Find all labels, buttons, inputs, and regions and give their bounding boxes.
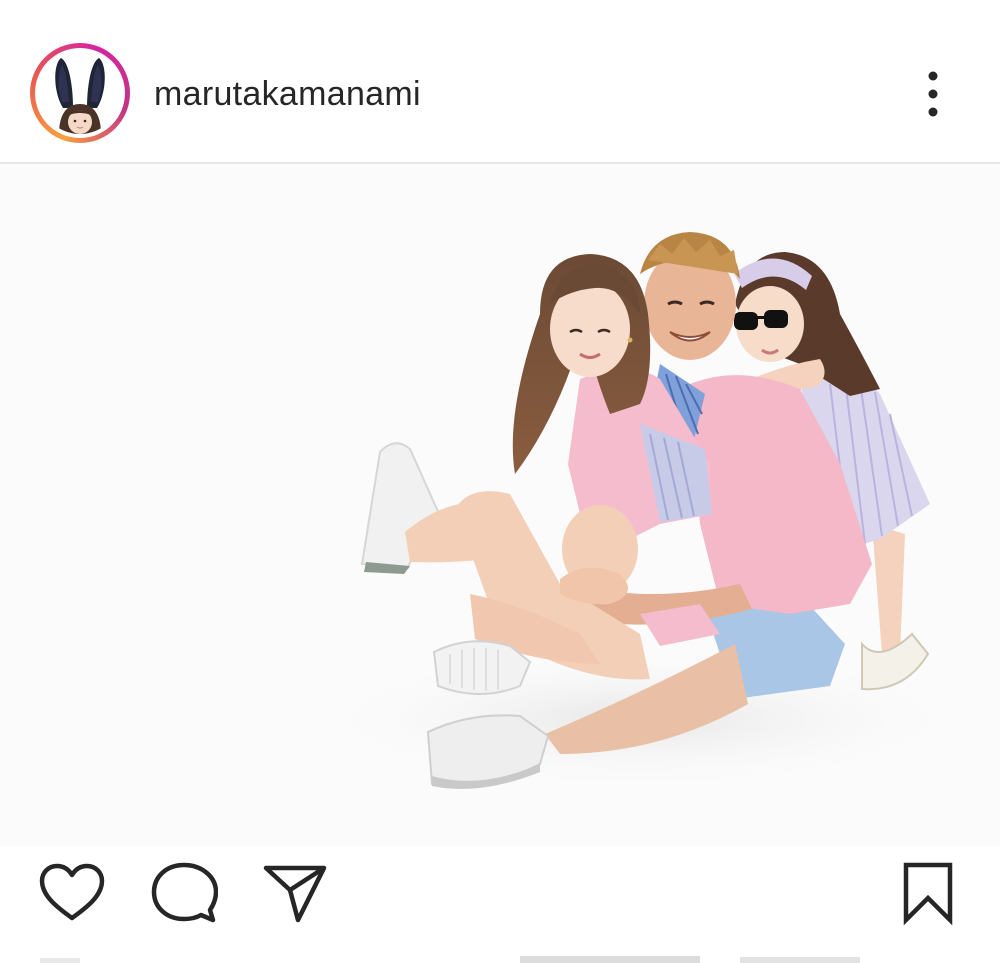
family-photo-illustration [0, 164, 1000, 846]
avatar-border [35, 48, 125, 138]
profile-avatar[interactable] [30, 43, 130, 143]
heart-icon [39, 863, 105, 921]
instagram-post: marutakamanami [0, 0, 1000, 963]
bookmark-icon [903, 862, 953, 926]
post-photo[interactable] [0, 164, 1000, 846]
avatar-image [39, 52, 121, 134]
save-button[interactable] [898, 860, 958, 926]
comment-button[interactable] [150, 860, 218, 926]
more-vertical-icon [928, 71, 938, 117]
post-action-bar [0, 846, 1000, 963]
share-button[interactable] [262, 862, 328, 924]
more-options-button[interactable] [908, 66, 958, 122]
caption-preview-cutoff [40, 954, 960, 963]
paper-plane-icon [263, 865, 327, 923]
username[interactable]: marutakamanami [154, 72, 421, 116]
comment-bubble-icon [151, 862, 218, 923]
like-button[interactable] [38, 862, 106, 924]
post-header: marutakamanami [0, 0, 1000, 164]
